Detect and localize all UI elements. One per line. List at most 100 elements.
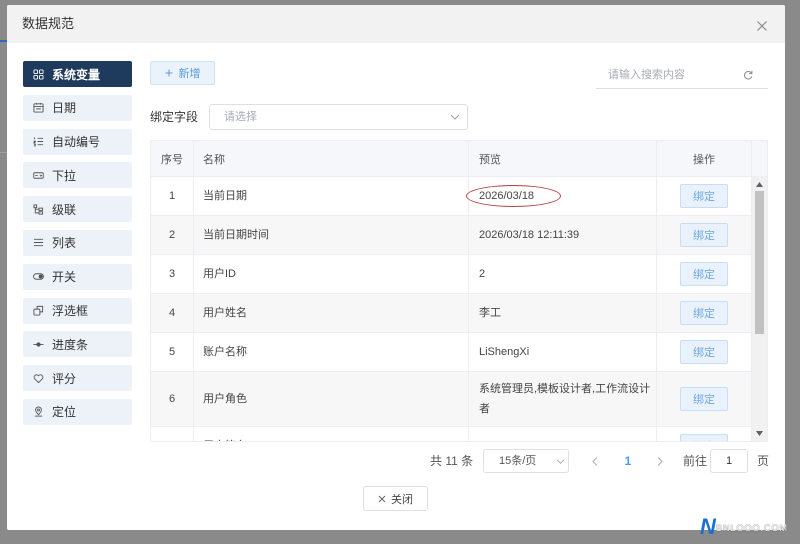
heart-icon [33,373,44,384]
sidebar-item-location[interactable]: 定位 [23,398,132,425]
cell-index-text: 1 [168,190,176,202]
sidebar-item-popup-select[interactable]: 浮选框 [23,297,132,324]
cascade-icon [33,204,44,215]
close-icon [378,495,386,503]
search-box [596,62,768,89]
scrollbar-thumb[interactable] [755,191,764,334]
sidebar-item-progress-bar[interactable]: 进度条 [23,331,132,358]
cell-index-text: 4 [168,307,176,319]
cell-name: 用户角色 [194,372,469,426]
cell-name: 用户姓名 [194,294,469,332]
header-preview: 预览 [469,141,657,176]
header-gutter [752,141,767,176]
bind-button[interactable]: 绑定 [680,340,728,364]
cell-index: 4 [151,294,194,332]
calendar-icon [33,102,44,113]
sidebar-item-label: 列表 [52,236,77,251]
cell-action: 绑定 [657,294,752,332]
bind-button[interactable]: 绑定 [680,223,728,247]
sidebar-item-rating[interactable]: 评分 [23,365,132,392]
bind-button[interactable]: 绑定 [680,387,728,411]
bind-button[interactable]: 绑定 [680,434,728,441]
cell-index: 6 [151,372,194,426]
table-row: 4 用户姓名 李工 绑定 [151,294,752,333]
bind-button[interactable]: 绑定 [680,262,728,286]
cell-preview-text: 李工 [479,307,501,319]
next-page-icon[interactable] [656,457,664,466]
table-row: 3 用户ID 2 绑定 [151,255,752,294]
cell-name: 当前日期 [194,177,469,215]
bind-field-select[interactable]: 请选择 [209,104,468,130]
cell-preview-text: 2 [479,268,486,280]
search-input[interactable] [596,62,748,88]
sidebar-item-label: 下拉 [52,168,77,183]
table-row: 6 用户角色 系统管理员,模板设计者,工作流设计者 绑定 [151,372,752,427]
cell-preview: 2026/03/18 12:11:39 [469,216,657,254]
component-sidebar: 系统变量 日期 自动编号 下拉 级联 列表 开关 浮选框 进度条 评分 定位 [23,61,132,433]
dialog-header: 数据规范 [7,5,785,43]
header-name: 名称 [194,141,469,176]
sidebar-item-label: 定位 [52,405,77,420]
sidebar-item-switch[interactable]: 开关 [23,263,132,290]
close-button-label: 关闭 [391,493,413,506]
bind-field-label: 绑定字段 [150,110,199,124]
data-spec-dialog: 数据规范 系统变量 日期 自动编号 下拉 级联 列表 开关 浮选框 进度条 评分… [7,5,785,530]
list-icon [33,237,44,248]
scroll-down-icon[interactable] [756,431,763,436]
table-scrollbar[interactable] [752,177,767,441]
sidebar-item-cascade[interactable]: 级联 [23,196,132,223]
page-number-current[interactable]: 1 [618,449,638,473]
cell-name-text: 当前日期时间 [203,229,269,241]
prev-page-icon[interactable] [591,457,599,466]
cell-preview: LiShengXi [469,333,657,371]
table-row: 2 当前日期时间 2026/03/18 12:11:39 绑定 [151,216,752,255]
sidebar-item-label: 进度条 [52,337,89,352]
cell-name-text: 用户签名 [203,436,247,441]
scroll-up-icon[interactable] [756,182,763,187]
page-size-select[interactable]: 15条/页 [483,449,569,473]
goto-page-input[interactable]: 1 [710,449,748,473]
cell-index-text: 7 [169,436,175,441]
chevron-down-icon [556,458,565,465]
cell-preview-text: 2026/03/18 [479,190,535,202]
cell-index-text: 6 [168,393,176,405]
sidebar-item-system-variables[interactable]: 系统变量 [23,61,132,87]
dialog-title: 数据规范 [22,16,75,31]
cell-name: 当前日期时间 [194,216,469,254]
bind-field-placeholder: 请选择 [224,111,257,123]
add-button[interactable]: 新增 [150,61,215,85]
table-header: 序号 名称 预览 操作 [151,141,767,177]
cell-name-text: 用户角色 [203,393,247,405]
sidebar-item-auto-number[interactable]: 自动编号 [23,128,132,155]
sidebar-item-label: 日期 [52,101,77,116]
page-size-value: 15条/页 [499,455,537,467]
header-index: 序号 [151,141,194,176]
close-button[interactable]: 关闭 [363,486,428,511]
cell-index-text: 3 [168,268,176,280]
close-icon[interactable] [756,20,768,32]
cell-action: 绑定 [657,177,752,215]
sidebar-item-label: 评分 [52,371,77,386]
cell-preview [469,427,657,441]
cell-preview-text: 系统管理员,模板设计者,工作流设计者 [479,383,651,415]
add-button-label: 新增 [178,68,201,80]
bind-button[interactable]: 绑定 [680,184,728,208]
background-tab-indicator [0,40,7,42]
table-row: 7 用户签名 绑定 [151,427,752,441]
cell-action: 绑定 [657,427,752,441]
cell-action: 绑定 [657,216,752,254]
cell-index: 1 [151,177,194,215]
location-icon [33,406,44,418]
bind-button[interactable]: 绑定 [680,301,728,325]
apps-icon [33,68,44,80]
toggle-icon [33,271,44,282]
sidebar-item-date[interactable]: 日期 [23,94,132,121]
sidebar-item-label: 开关 [52,270,77,285]
cell-action: 绑定 [657,255,752,293]
sidebar-item-dropdown[interactable]: 下拉 [23,162,132,189]
cell-preview: 2 [469,255,657,293]
sidebar-item-list[interactable]: 列表 [23,229,132,256]
refresh-icon[interactable] [743,70,753,80]
ordered-list-icon [33,136,44,147]
table-row: 5 账户名称 LiShengXi 绑定 [151,333,752,372]
